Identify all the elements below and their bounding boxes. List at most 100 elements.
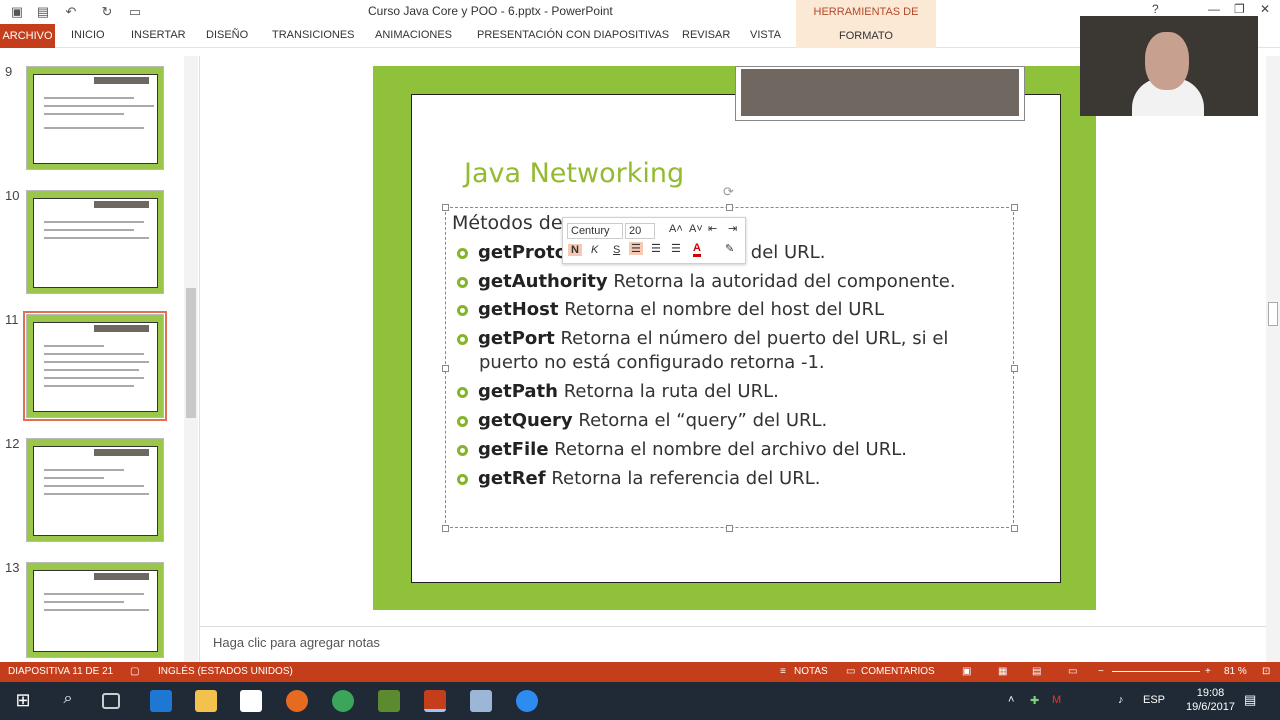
zoom-out-icon[interactable]: −: [1098, 666, 1104, 677]
italic-button[interactable]: K: [591, 244, 598, 256]
thumbnail-scrollbar[interactable]: [184, 56, 198, 662]
grow-font-icon[interactable]: A˄: [669, 223, 683, 235]
scrollbar-thumb[interactable]: [186, 288, 196, 418]
notification-icon[interactable]: ▤: [1244, 692, 1256, 708]
undo-icon[interactable]: ↶: [62, 3, 80, 21]
resize-handle[interactable]: [1011, 365, 1018, 372]
font-select[interactable]: Century: [567, 223, 623, 239]
resize-handle[interactable]: [726, 204, 733, 211]
zoom-in-icon[interactable]: +: [1205, 666, 1211, 677]
bold-button[interactable]: N: [568, 244, 582, 256]
bullet-item[interactable]: getAuthority Retorna la autoridad del co…: [457, 270, 956, 294]
bullet-icon: [457, 416, 468, 427]
present-icon[interactable]: ▭: [126, 3, 144, 21]
app-icon[interactable]: [470, 690, 492, 712]
tray-icon[interactable]: M: [1052, 694, 1061, 706]
notes-placeholder[interactable]: Haga clic para agregar notas: [213, 635, 380, 650]
tab-presentacion[interactable]: PRESENTACIÓN CON DIAPOSITIVAS: [477, 29, 669, 41]
tray-icon[interactable]: ✚: [1030, 694, 1039, 707]
chrome-icon[interactable]: [332, 690, 354, 712]
resize-handle[interactable]: [1011, 204, 1018, 211]
tab-formato[interactable]: FORMATO: [796, 24, 936, 48]
tab-vista[interactable]: VISTA: [750, 29, 781, 41]
help-icon[interactable]: ?: [1152, 2, 1159, 16]
language-indicator[interactable]: ESP: [1143, 694, 1165, 706]
edge-icon[interactable]: [150, 690, 172, 712]
shrink-font-icon[interactable]: A˅: [689, 223, 703, 235]
normal-view-icon[interactable]: ▣: [962, 666, 971, 677]
notepad-icon[interactable]: [378, 690, 400, 712]
scrollbar-thumb[interactable]: [1268, 302, 1278, 326]
slide-thumbnail-13[interactable]: [26, 562, 164, 658]
firefox-icon[interactable]: [286, 690, 308, 712]
minimize-icon[interactable]: —: [1208, 2, 1220, 16]
zoom-slider[interactable]: [1112, 671, 1200, 672]
rotate-handle-icon[interactable]: ⟳: [723, 184, 734, 200]
bullet-item[interactable]: getFile Retorna el nombre del archivo de…: [457, 438, 907, 462]
align-left-icon[interactable]: ☰: [629, 242, 643, 255]
sorter-view-icon[interactable]: ▦: [998, 666, 1007, 677]
bullet-item[interactable]: getRef Retorna la referencia del URL.: [457, 467, 820, 491]
resize-handle[interactable]: [726, 525, 733, 532]
reading-view-icon[interactable]: ▤: [1032, 666, 1041, 677]
close-icon[interactable]: ✕: [1260, 2, 1270, 16]
tab-animaciones[interactable]: ANIMACIONES: [375, 29, 452, 41]
tab-insertar[interactable]: INSERTAR: [131, 29, 186, 41]
slide-thumbnail-12[interactable]: [26, 438, 164, 542]
thumb-number: 10: [5, 188, 20, 203]
notes-button[interactable]: NOTAS: [794, 666, 828, 677]
comments-icon[interactable]: ▭: [846, 666, 855, 677]
tab-archivo[interactable]: ARCHIVO: [0, 24, 55, 48]
align-right-icon[interactable]: ☰: [671, 242, 681, 255]
task-view-icon[interactable]: [102, 693, 120, 709]
file-explorer-icon[interactable]: [195, 690, 217, 712]
comments-button[interactable]: COMENTARIOS: [861, 666, 935, 677]
zoom-level[interactable]: 81 %: [1224, 666, 1247, 677]
save-icon[interactable]: ▤: [34, 3, 52, 21]
notes-icon[interactable]: ≡: [780, 666, 786, 677]
powerpoint-icon[interactable]: [424, 690, 446, 712]
store-icon[interactable]: [240, 690, 262, 712]
slide-thumbnail-11[interactable]: [23, 311, 167, 421]
body-lead-text[interactable]: Métodos de: [452, 212, 563, 234]
format-painter-icon[interactable]: ✎: [725, 242, 734, 255]
restore-icon[interactable]: ❐: [1234, 2, 1245, 16]
slideshow-icon[interactable]: ▭: [1068, 666, 1077, 677]
bullet-item[interactable]: getPath Retorna la ruta del URL.: [457, 380, 779, 404]
bullet-item[interactable]: getPort Retorna el número del puerto del…: [457, 327, 948, 375]
tab-transiciones[interactable]: TRANSICIONES: [272, 29, 355, 41]
align-center-icon[interactable]: ☰: [651, 242, 661, 255]
resize-handle[interactable]: [1011, 525, 1018, 532]
spellcheck-icon[interactable]: ▢: [130, 666, 139, 677]
tab-diseno[interactable]: DISEÑO: [206, 29, 248, 41]
bullet-item[interactable]: getHost Retorna el nombre del host del U…: [457, 298, 884, 322]
slide-thumbnail-9[interactable]: [26, 66, 164, 170]
underline-button[interactable]: S: [613, 244, 620, 256]
bullet-item[interactable]: getQuery Retorna el “query” del URL.: [457, 409, 827, 433]
tab-revisar[interactable]: REVISAR: [682, 29, 730, 41]
font-color-icon[interactable]: A: [693, 242, 701, 257]
slide-title[interactable]: Java Networking: [464, 158, 684, 189]
search-icon[interactable]: ⌕: [57, 690, 79, 712]
volume-icon[interactable]: ♪: [1118, 694, 1124, 706]
resize-handle[interactable]: [442, 204, 449, 211]
mini-toolbar: Century 20 A˄ A˅ ⇤ ⇥ N K S ☰ ☰ ☰ A ✎: [562, 217, 746, 264]
status-bar: DIAPOSITIVA 11 DE 21 ▢ INGLÉS (ESTADOS U…: [0, 662, 1280, 682]
camera-app-icon[interactable]: [516, 690, 538, 712]
fit-slide-icon[interactable]: ⊡: [1262, 666, 1270, 677]
indent-icon[interactable]: ⇥: [728, 222, 737, 235]
tray-arrow-icon[interactable]: ˄: [1008, 694, 1014, 706]
clock[interactable]: 19:08 19/6/2017: [1186, 686, 1235, 714]
outdent-icon[interactable]: ⇤: [708, 222, 717, 235]
resize-handle[interactable]: [442, 525, 449, 532]
font-size-select[interactable]: 20: [625, 223, 655, 239]
slide-decoration-bar[interactable]: [735, 66, 1025, 121]
slide-thumbnail-10[interactable]: [26, 190, 164, 294]
slide-scrollbar[interactable]: [1266, 56, 1280, 662]
redo-icon[interactable]: ↻: [98, 3, 116, 21]
start-icon[interactable]: ⊞: [12, 690, 34, 712]
language-indicator[interactable]: INGLÉS (ESTADOS UNIDOS): [158, 666, 293, 677]
bullet-icon: [457, 277, 468, 288]
tab-inicio[interactable]: INICIO: [71, 29, 105, 41]
resize-handle[interactable]: [442, 365, 449, 372]
